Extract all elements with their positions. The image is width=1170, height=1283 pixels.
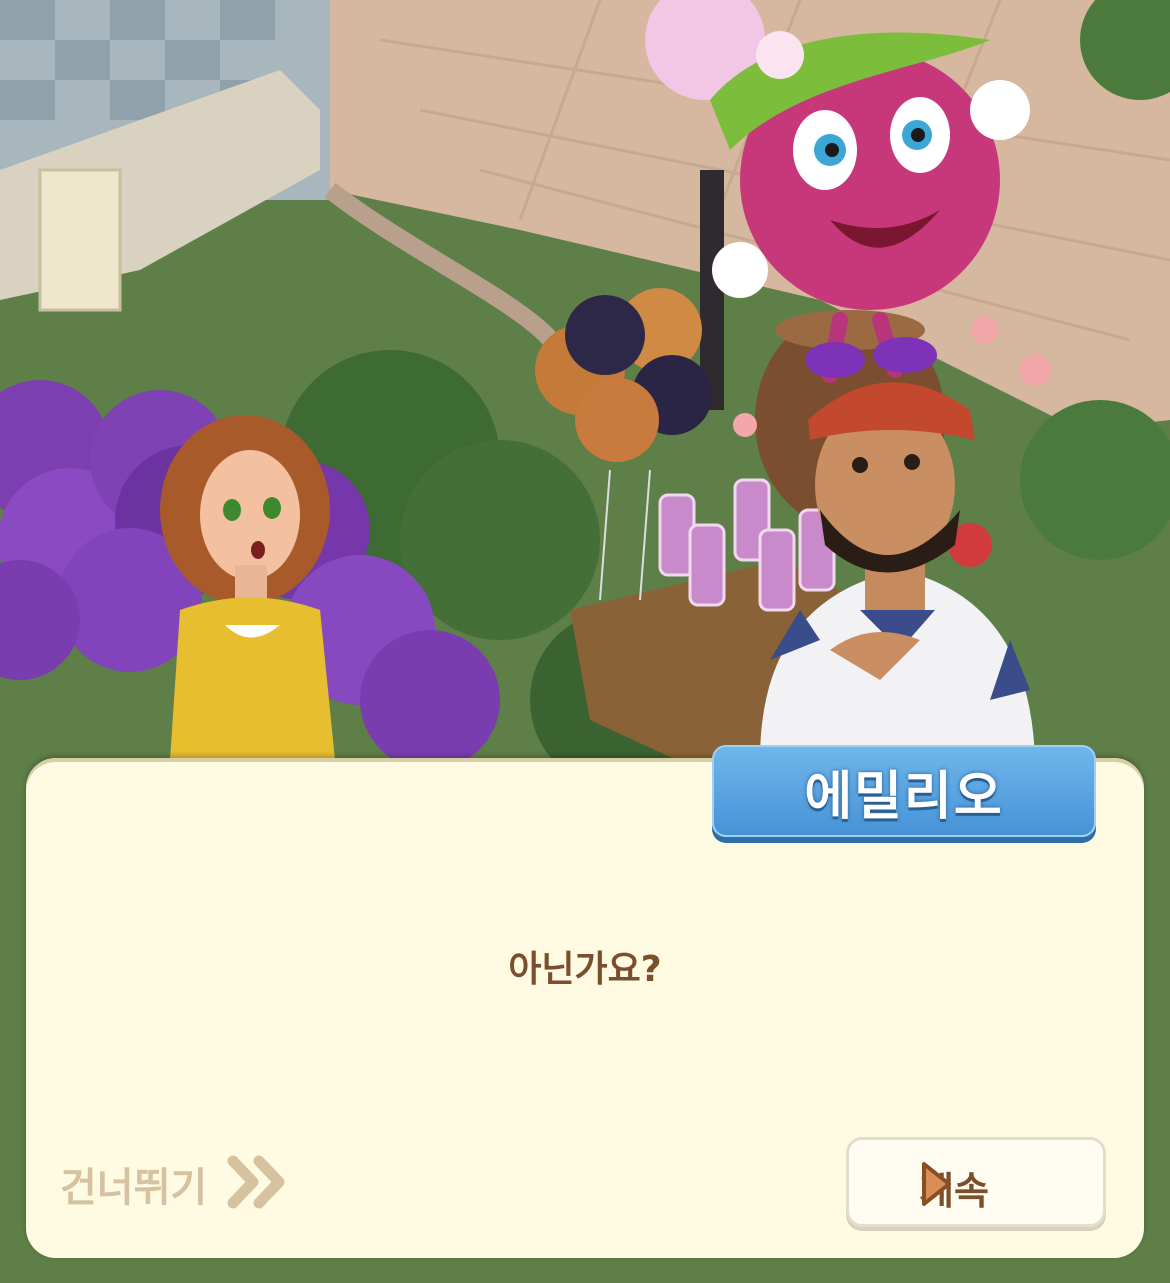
dialog-text: 아닌가요?: [508, 949, 662, 990]
speaker-name-tag: 에밀리오: [712, 745, 1096, 837]
skip-button[interactable]: 건너뛰기: [60, 1152, 289, 1216]
skip-label: 건너뛰기: [60, 1165, 208, 1211]
speaker-name: 에밀리오: [804, 766, 1004, 827]
continue-button[interactable]: 계속: [846, 1137, 1106, 1227]
double-chevron-right-icon: [227, 1155, 289, 1213]
wall-pillar: [38, 168, 122, 312]
play-triangle-icon: [919, 1160, 1085, 1217]
